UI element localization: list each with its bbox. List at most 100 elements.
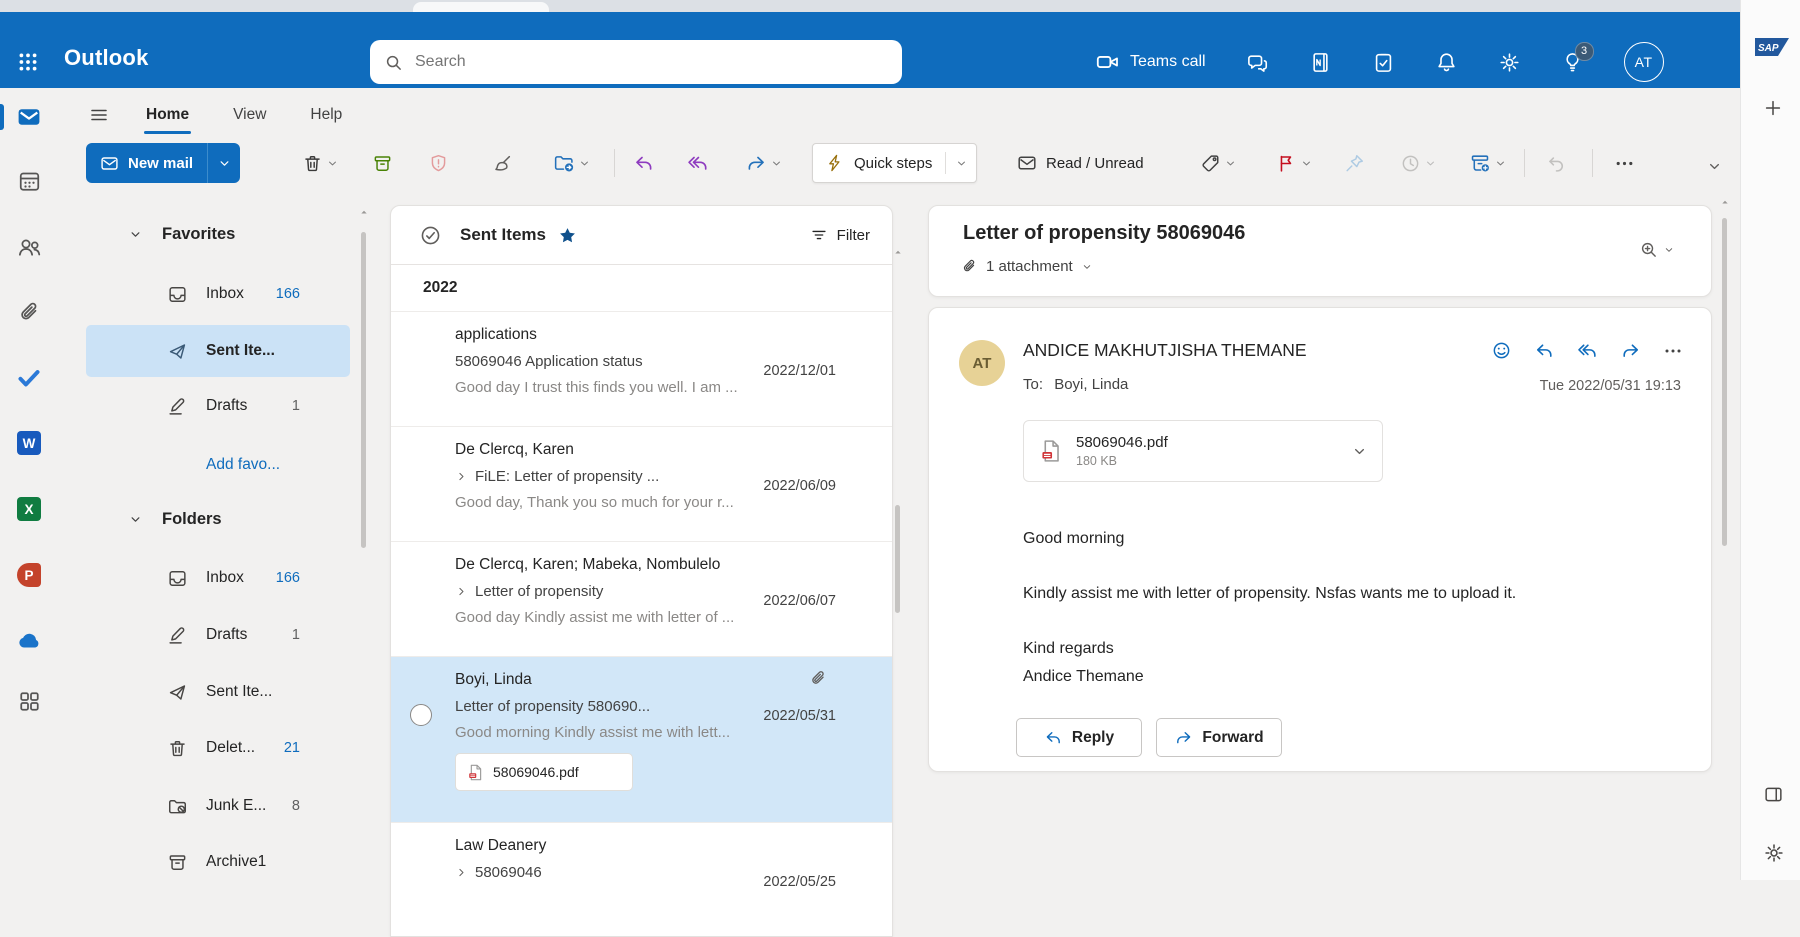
edge-settings-gear-icon[interactable] [1763,842,1785,864]
folder-item-drafts[interactable]: Drafts 1 [58,617,380,653]
ribbon-collapse-chevron-icon[interactable] [1706,158,1723,175]
favorites-header[interactable]: Favorites [58,216,380,252]
email-list-item-selected[interactable]: Boyi, Linda Letter of propensity 580690.… [391,657,892,823]
settings-gear-icon[interactable] [1498,51,1521,74]
new-mail-split-button[interactable]: New mail [86,143,240,183]
rail-excel-app[interactable]: X [0,485,58,533]
forward-arrow-icon[interactable] [1620,340,1641,361]
move-to-chevron-icon[interactable] [578,157,591,170]
flag-button[interactable] [1270,145,1302,181]
favorite-item-sent-items[interactable]: Sent Ite... [58,330,380,372]
folder-pane-scrollbar[interactable] [361,232,366,548]
pin-button[interactable] [1338,145,1370,181]
delete-button[interactable] [296,145,328,181]
flag-chevron-icon[interactable] [1300,157,1313,170]
email-list-item[interactable]: applications 58069046 Application status… [391,312,892,427]
rules-chevron-icon[interactable] [1494,157,1507,170]
reply-quick-button[interactable]: Reply [1016,718,1142,757]
expand-conversation-chevron-icon[interactable] [455,585,468,598]
add-favorite-link-row[interactable]: Add favo... [58,447,380,483]
new-mail-button[interactable]: New mail [86,143,207,183]
forward-chevron-icon[interactable] [770,157,783,170]
folder-item-junk-email[interactable]: Junk E... 8 [58,788,380,824]
tab-home[interactable]: Home [130,100,205,130]
reply-all-arrow-icon[interactable] [1577,340,1598,361]
folder-item-archive1[interactable]: Archive1 [58,844,380,880]
categorize-button[interactable] [1194,145,1226,181]
chevron-down-icon[interactable] [128,512,143,527]
rail-people-app[interactable] [0,223,58,271]
chat-icon[interactable] [1246,51,1269,74]
move-to-button[interactable] [548,145,580,181]
rail-mail-app[interactable] [0,93,58,141]
add-favorite-link[interactable]: Add favo... [206,456,280,474]
delete-chevron-icon[interactable] [326,157,339,170]
account-avatar[interactable]: AT [1624,42,1664,82]
hamburger-menu-button[interactable] [80,98,118,132]
sender-avatar[interactable]: AT [959,340,1005,386]
teams-call-button[interactable]: Teams call [1096,50,1206,74]
rail-word-app[interactable]: W [0,419,58,467]
rail-files-app[interactable] [0,288,58,336]
quick-steps-button[interactable]: Quick steps [812,143,977,183]
rail-onedrive-app[interactable] [0,616,58,664]
sweep-button[interactable] [486,145,518,181]
categorize-chevron-icon[interactable] [1224,157,1237,170]
date-group-header[interactable]: 2022 [391,265,892,312]
reading-scrollbar-up-arrow[interactable] [1719,196,1731,208]
attachment-chip[interactable]: 58069046.pdf [455,753,633,791]
browser-tab[interactable] [413,2,549,12]
expand-conversation-chevron-icon[interactable] [455,470,468,483]
reading-zoom-control[interactable] [1639,240,1675,259]
quick-steps-chevron-icon[interactable] [955,157,968,170]
rail-todo-app[interactable] [0,354,58,402]
reply-arrow-icon[interactable] [1534,340,1555,361]
archive-button[interactable] [366,145,398,181]
filter-button[interactable]: Filter [810,226,870,244]
snooze-button[interactable] [1394,145,1426,181]
add-pane-plus-icon[interactable] [1763,98,1783,118]
message-list-scrollbar[interactable] [895,505,900,613]
folder-item-inbox[interactable]: Inbox 166 [58,560,380,596]
more-options-button[interactable] [1608,145,1640,181]
reactions-smiley-icon[interactable] [1491,340,1512,361]
rules-button[interactable] [1464,145,1496,181]
more-actions-ellipsis-icon[interactable] [1663,341,1683,361]
favorite-item-drafts[interactable]: Drafts 1 [58,388,380,424]
undo-button[interactable] [1540,145,1572,181]
email-list-item[interactable]: De Clercq, Karen; Mabeka, Nombulelo Lett… [391,542,892,657]
onenote-icon[interactable] [1309,51,1332,74]
rail-powerpoint-app[interactable]: P [0,551,58,599]
tips-button[interactable]: 3 [1561,51,1584,74]
email-list-item[interactable]: De Clercq, Karen FiLE: Letter of propens… [391,427,892,542]
chevron-down-icon[interactable] [128,227,143,242]
folder-item-sent-items[interactable]: Sent Ite... [58,674,380,710]
folder-item-deleted-items[interactable]: Delet... 21 [58,730,380,766]
side-panel-toggle-icon[interactable] [1763,784,1784,805]
report-button[interactable] [422,145,454,181]
expand-conversation-chevron-icon[interactable] [455,866,468,879]
favorite-item-inbox[interactable]: Inbox 166 [58,276,380,312]
list-scrollbar-up-arrow[interactable] [892,246,904,258]
reply-button[interactable] [628,145,660,181]
tab-view[interactable]: View [217,100,282,130]
tab-help[interactable]: Help [294,100,358,130]
forward-quick-button[interactable]: Forward [1156,718,1282,757]
attachment-card[interactable]: 58069046.pdf 180 KB [1023,420,1383,482]
app-launcher-button[interactable] [8,42,48,82]
search-input[interactable] [413,52,888,72]
notifications-bell-icon[interactable] [1435,51,1458,74]
to-recipients[interactable]: Boyi, Linda [1054,376,1128,393]
favorite-star-icon[interactable] [558,226,577,245]
attachment-chevron-icon[interactable] [1351,443,1368,460]
reading-pane-scrollbar[interactable] [1722,218,1727,546]
read-unread-button[interactable]: Read / Unread [1007,144,1154,182]
folders-header[interactable]: Folders [58,501,380,537]
email-select-radio[interactable] [410,704,432,726]
folder-scrollbar-up-arrow[interactable] [358,206,370,218]
rail-calendar-app[interactable] [0,157,58,205]
brand-title[interactable]: Outlook [64,45,149,71]
forward-button[interactable] [740,145,772,181]
attachments-summary-button[interactable]: 1 attachment [961,258,1093,275]
search-box[interactable] [370,40,902,84]
